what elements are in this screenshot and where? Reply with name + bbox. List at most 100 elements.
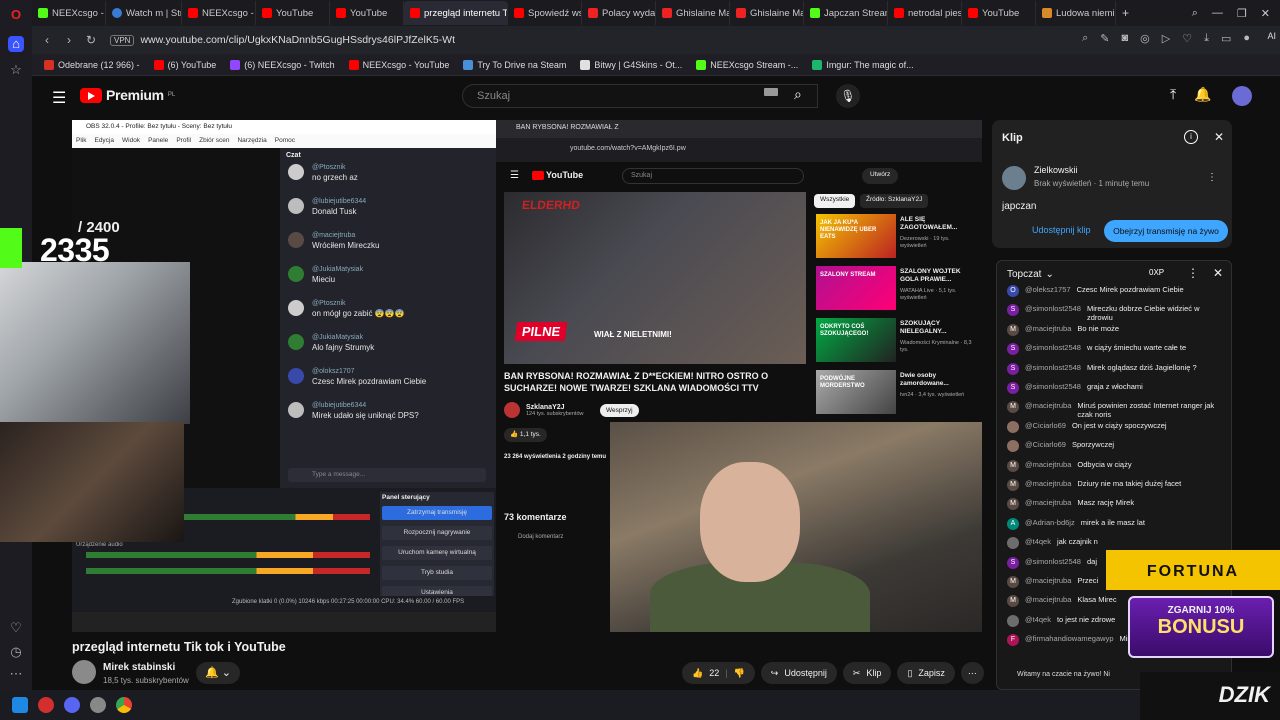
channel-name[interactable]: Mirek stabinski <box>103 662 175 673</box>
menu-icon[interactable]: ☰ <box>52 88 66 108</box>
bookmark[interactable]: NEEXcsgo Stream -... <box>696 59 798 70</box>
clip-button[interactable]: ✂ Klip <box>842 662 892 684</box>
browser-tab[interactable]: NEEXcsgo - Strea <box>32 1 106 25</box>
close-icon[interactable]: ✕ <box>1261 7 1270 20</box>
chat-username[interactable]: @maciejtruba <box>1025 498 1071 510</box>
heart-icon[interactable]: ♡ <box>1182 32 1192 45</box>
keyboard-icon[interactable] <box>764 88 778 96</box>
chat-username[interactable]: @firmahandiowamegawyp <box>1025 634 1114 646</box>
bookmark[interactable]: Odebrane (12 966) - <box>44 59 140 70</box>
home-icon[interactable]: ⌂ <box>8 36 24 52</box>
download-icon[interactable]: ⤓ <box>1204 32 1209 45</box>
star-icon[interactable]: ☆ <box>8 62 24 78</box>
fortuna-ad[interactable]: FORTUNA <box>1106 550 1280 590</box>
search-tabs-icon[interactable]: ⌕ <box>1192 7 1198 20</box>
chat-username[interactable]: @Adrian-bd6jz <box>1025 518 1075 530</box>
close-icon[interactable]: ✕ <box>1213 266 1223 280</box>
notification-bell-button[interactable]: 🔔 ⌄ <box>196 662 240 684</box>
opera-logo-icon[interactable]: O <box>8 7 24 23</box>
browser-tab[interactable]: YouTube <box>330 1 404 25</box>
like-button[interactable]: 👍 22 | 👎 <box>682 662 755 684</box>
more-icon[interactable]: ⋯ <box>8 666 24 682</box>
chat-username[interactable]: @simonlost2548 <box>1025 343 1081 355</box>
browser-tab[interactable]: NEEXcsgo - You <box>182 1 256 25</box>
search-icon[interactable]: ⌕ <box>1082 32 1088 45</box>
bookmark[interactable]: NEEXcsgo - YouTube <box>348 59 449 70</box>
bookmark[interactable]: (6) YouTube <box>153 59 216 70</box>
edit-icon[interactable]: ✎ <box>1100 32 1109 45</box>
new-tab-icon[interactable]: + <box>1122 6 1129 20</box>
bookmark[interactable]: (6) NEEXcsgo - Twitch <box>230 59 335 70</box>
chat-username[interactable]: @oleksz1757 <box>1025 285 1071 297</box>
ai-button[interactable]: AI <box>1267 31 1276 41</box>
chat-mode-dropdown[interactable]: Topczat ⌄ <box>1007 269 1054 280</box>
chat-username[interactable]: @maciejtruba <box>1025 595 1071 607</box>
shield-icon[interactable]: ◎ <box>1140 32 1150 45</box>
bookmark[interactable]: Imgur: The magic of... <box>812 59 914 70</box>
chat-username[interactable]: @maciejtruba <box>1025 479 1071 491</box>
browser-tab[interactable]: Ghislaine Maxw <box>656 1 730 25</box>
browser-tab[interactable]: Ludowa niemie <box>1036 1 1116 25</box>
profile-icon[interactable]: ● <box>1243 32 1250 45</box>
browser-tab[interactable]: Polacy wydają w <box>582 1 656 25</box>
browser-tab[interactable]: YouTube <box>962 1 1036 25</box>
channel-avatar[interactable] <box>72 660 96 684</box>
more-actions-button[interactable]: ⋯ <box>960 662 984 684</box>
chat-username[interactable]: @maciejtruba <box>1025 576 1071 588</box>
wallet-icon[interactable]: ▭ <box>1221 32 1231 45</box>
camera-icon[interactable]: ◙ <box>1121 32 1128 45</box>
chat-input[interactable]: Type a message... <box>288 468 486 482</box>
chrome-icon[interactable] <box>116 697 132 713</box>
maximize-icon[interactable]: ❐ <box>1237 7 1247 20</box>
discord-icon[interactable] <box>64 697 80 713</box>
windows-start-icon[interactable] <box>12 697 28 713</box>
browser-tab[interactable]: Watch m | Strea <box>106 1 182 25</box>
info-icon[interactable]: i <box>1184 130 1198 144</box>
browser-tab[interactable]: YouTube <box>256 1 330 25</box>
clock-icon[interactable]: ◷ <box>8 644 24 660</box>
play-icon[interactable]: ▷ <box>1162 32 1170 45</box>
bookmark[interactable]: Try To Drive na Steam <box>463 59 566 70</box>
forward-icon[interactable]: › <box>58 33 80 47</box>
watch-live-button[interactable]: Obejrzyj transmisję na żywo <box>1104 220 1228 242</box>
close-icon[interactable]: ✕ <box>1214 130 1224 144</box>
settings-icon[interactable] <box>90 697 106 713</box>
chat-username[interactable]: @simonlost2548 <box>1025 363 1081 375</box>
video-player[interactable]: OBS 32.0.4 - Profile: Bez tytułu - Sceny… <box>72 120 982 632</box>
chat-username[interactable]: @maciejtruba <box>1025 324 1071 336</box>
minimize-icon[interactable]: — <box>1212 7 1223 19</box>
chat-username[interactable]: @maciejtruba <box>1025 401 1071 419</box>
heart-icon[interactable]: ♡ <box>8 620 24 636</box>
browser-tab[interactable]: Spowiedź wszy <box>508 1 582 25</box>
avatar[interactable] <box>1232 86 1252 106</box>
browser-tab[interactable]: Japczan Stream <box>804 1 888 25</box>
bonus-ad[interactable]: ZGARNIJ 10% BONUSU <box>1128 596 1274 658</box>
share-button[interactable]: ↪ Udostępnij <box>760 662 837 684</box>
chat-username[interactable]: @t4qek <box>1025 537 1051 549</box>
chat-username[interactable]: @maciejtruba <box>1025 460 1071 472</box>
more-icon[interactable]: ⋮ <box>1187 266 1199 280</box>
browser-tab[interactable]: Ghislaine Maxw <box>730 1 804 25</box>
chat-username[interactable]: @simonlost2548 <box>1025 557 1081 569</box>
chat-username[interactable]: @Ciciarlo69 <box>1025 421 1066 433</box>
save-button[interactable]: ▯ Zapisz <box>897 662 955 684</box>
mic-icon[interactable]: 🎙 <box>836 84 860 108</box>
avatar[interactable] <box>1002 166 1026 190</box>
share-clip-button[interactable]: Udostępnij klip <box>1032 225 1091 235</box>
opera-taskbar-icon[interactable] <box>38 697 54 713</box>
chat-username[interactable]: @Ciciarlo69 <box>1025 440 1066 452</box>
search-icon[interactable]: ⌕ <box>794 86 802 103</box>
upload-icon[interactable]: ⤒ <box>1170 86 1176 103</box>
more-icon[interactable]: ⋮ <box>1207 172 1217 183</box>
vpn-badge[interactable]: VPN <box>110 34 135 46</box>
bell-icon[interactable]: 🔔 <box>1194 86 1211 103</box>
youtube-logo[interactable]: Premium PL <box>80 87 175 103</box>
reload-icon[interactable]: ↻ <box>80 33 102 47</box>
chat-username[interactable]: @simonlost2548 <box>1025 382 1081 394</box>
thumbs-down-icon[interactable]: 👎 <box>734 668 745 679</box>
clip-user[interactable]: Zielkowskii <box>1034 165 1078 175</box>
bookmark[interactable]: Bitwy | G4Skins - Ot... <box>580 59 682 70</box>
chat-username[interactable]: @simonlost2548 <box>1025 304 1081 322</box>
url-field[interactable]: www.youtube.com/clip/UgkxKNaDnnb5GugHSsd… <box>140 34 455 46</box>
chat-username[interactable]: @t4qek <box>1025 615 1051 627</box>
